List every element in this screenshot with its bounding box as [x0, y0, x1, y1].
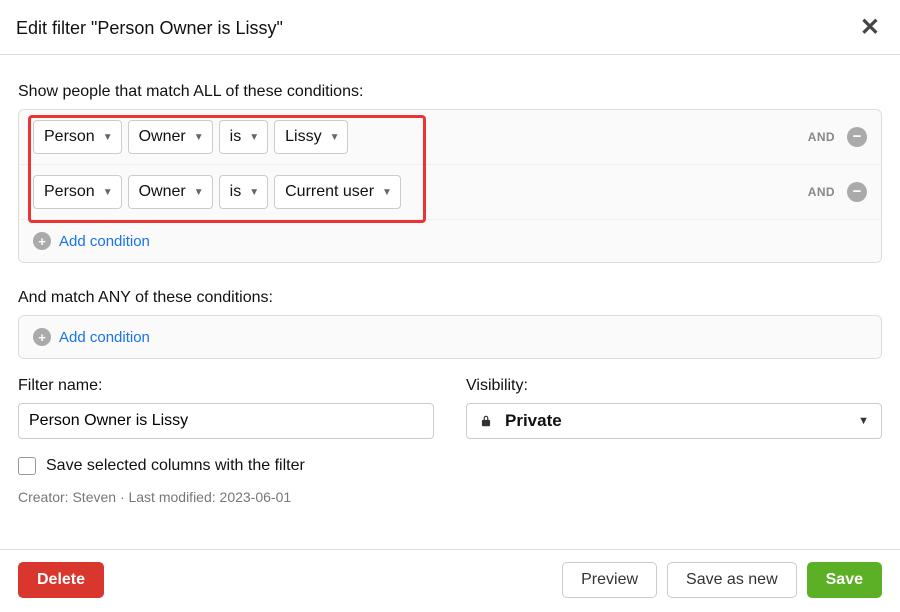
remove-condition-icon[interactable]: − — [847, 182, 867, 202]
chevron-down-icon: ▼ — [249, 187, 259, 198]
entity-select[interactable]: Person ▼ — [33, 175, 122, 209]
operator-select[interactable]: is ▼ — [219, 175, 268, 209]
condition-row: Person ▼ Owner ▼ is ▼ Current user ▼ AND… — [19, 165, 881, 220]
joiner-label: AND — [808, 130, 835, 144]
filter-name-input[interactable] — [18, 403, 434, 439]
entity-value: Person — [44, 128, 95, 146]
visibility-label: Visibility: — [466, 377, 882, 395]
value-value: Current user — [285, 183, 374, 201]
save-as-new-button[interactable]: Save as new — [667, 562, 797, 598]
add-condition-link: Add condition — [59, 233, 150, 250]
add-condition-link: Add condition — [59, 329, 150, 346]
chevron-down-icon: ▼ — [103, 187, 113, 198]
filter-name-label: Filter name: — [18, 377, 434, 395]
save-button[interactable]: Save — [807, 562, 882, 598]
visibility-value: Private — [505, 411, 858, 431]
condition-row: Person ▼ Owner ▼ is ▼ Lissy ▼ AND − — [19, 110, 881, 165]
operator-value: is — [230, 183, 242, 201]
plus-icon: + — [33, 232, 51, 250]
dialog-header: Edit filter "Person Owner is Lissy" ✕ — [0, 0, 900, 55]
entity-select[interactable]: Person ▼ — [33, 120, 122, 154]
chevron-down-icon: ▼ — [382, 187, 392, 198]
joiner-label: AND — [808, 185, 835, 199]
close-icon[interactable]: ✕ — [860, 16, 880, 40]
visibility-select[interactable]: Private ▼ — [466, 403, 882, 439]
any-conditions-label: And match ANY of these conditions: — [18, 289, 882, 307]
chevron-down-icon: ▼ — [194, 187, 204, 198]
entity-value: Person — [44, 183, 95, 201]
all-conditions-label: Show people that match ALL of these cond… — [18, 83, 882, 101]
any-conditions-box: + Add condition — [18, 315, 882, 359]
chevron-down-icon: ▼ — [103, 132, 113, 143]
operator-select[interactable]: is ▼ — [219, 120, 268, 154]
field-select[interactable]: Owner ▼ — [128, 120, 213, 154]
field-value: Owner — [139, 128, 186, 146]
delete-button[interactable]: Delete — [18, 562, 104, 598]
add-condition-row[interactable]: + Add condition — [19, 316, 881, 358]
save-columns-checkbox[interactable] — [18, 457, 36, 475]
meta-info: Creator: Steven · Last modified: 2023-06… — [18, 489, 882, 505]
operator-value: is — [230, 128, 242, 146]
chevron-down-icon: ▼ — [194, 132, 204, 143]
dialog-footer: Delete Preview Save as new Save — [0, 549, 900, 612]
all-conditions-box: Person ▼ Owner ▼ is ▼ Lissy ▼ AND − — [18, 109, 882, 263]
value-select[interactable]: Lissy ▼ — [274, 120, 348, 154]
field-select[interactable]: Owner ▼ — [128, 175, 213, 209]
value-select[interactable]: Current user ▼ — [274, 175, 401, 209]
save-columns-label: Save selected columns with the filter — [46, 457, 305, 475]
preview-button[interactable]: Preview — [562, 562, 657, 598]
add-condition-row[interactable]: + Add condition — [19, 220, 881, 262]
chevron-down-icon: ▼ — [858, 415, 869, 427]
value-value: Lissy — [285, 128, 321, 146]
lock-icon — [479, 414, 493, 428]
field-value: Owner — [139, 183, 186, 201]
chevron-down-icon: ▼ — [330, 132, 340, 143]
chevron-down-icon: ▼ — [249, 132, 259, 143]
remove-condition-icon[interactable]: − — [847, 127, 867, 147]
dialog-title: Edit filter "Person Owner is Lissy" — [16, 18, 283, 39]
plus-icon: + — [33, 328, 51, 346]
